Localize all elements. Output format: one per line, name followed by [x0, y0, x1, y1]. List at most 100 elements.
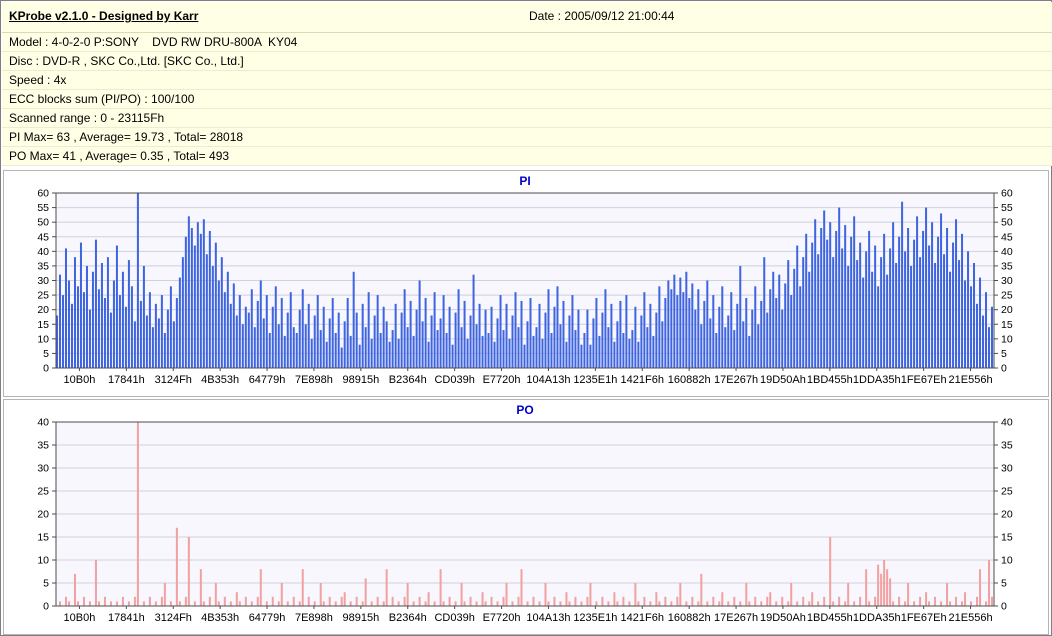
- svg-text:25: 25: [1001, 290, 1013, 302]
- info-row-model: Model : 4-0-2-0 P:SONY DVD RW DRU-800A K…: [2, 33, 1052, 52]
- svg-text:0: 0: [43, 601, 49, 613]
- svg-text:30: 30: [1001, 463, 1013, 475]
- pi-chart-panel: 0 0 5 5 10 10 15 15 20 20 25 25 30 30 35 35 40 40 45 45 50 50…: [3, 170, 1049, 397]
- svg-text:E7720h: E7720h: [483, 612, 521, 624]
- svg-text:1BD455h: 1BD455h: [807, 612, 853, 624]
- svg-text:7E898h: 7E898h: [295, 612, 333, 624]
- svg-text:60: 60: [1001, 188, 1013, 200]
- svg-text:104A13h: 104A13h: [526, 374, 570, 386]
- svg-text:1FE67Eh: 1FE67Eh: [901, 612, 947, 624]
- svg-text:PO: PO: [516, 403, 533, 417]
- svg-text:E7720h: E7720h: [483, 374, 521, 386]
- svg-text:45: 45: [1001, 231, 1013, 243]
- svg-text:1BD455h: 1BD455h: [807, 374, 853, 386]
- svg-text:1DDA35h: 1DDA35h: [853, 374, 901, 386]
- svg-text:15: 15: [1001, 532, 1013, 544]
- svg-text:64779h: 64779h: [249, 612, 286, 624]
- svg-text:35: 35: [37, 260, 49, 272]
- svg-text:98915h: 98915h: [342, 374, 379, 386]
- svg-text:60: 60: [37, 188, 49, 200]
- svg-text:4B353h: 4B353h: [201, 374, 239, 386]
- svg-text:30: 30: [1001, 275, 1013, 287]
- info-row-pi-stats: PI Max= 63 , Average= 19.73 , Total= 280…: [2, 128, 1052, 147]
- svg-text:15: 15: [37, 319, 49, 331]
- svg-text:25: 25: [37, 486, 49, 498]
- svg-text:10B0h: 10B0h: [64, 374, 96, 386]
- svg-text:20: 20: [37, 304, 49, 316]
- svg-text:1DDA35h: 1DDA35h: [853, 612, 901, 624]
- svg-text:17E267h: 17E267h: [714, 374, 758, 386]
- svg-text:30: 30: [37, 463, 49, 475]
- svg-text:25: 25: [37, 290, 49, 302]
- svg-text:64779h: 64779h: [249, 374, 286, 386]
- po-chart: 0 0 5 5 10 10 15 15 20 20 25 25 30 30 35 35 40 40 10B0h 178…: [37, 403, 1013, 624]
- svg-text:35: 35: [1001, 260, 1013, 272]
- svg-text:5: 5: [1001, 348, 1007, 360]
- svg-text:10: 10: [1001, 333, 1013, 345]
- svg-text:15: 15: [37, 532, 49, 544]
- svg-text:10: 10: [1001, 555, 1013, 567]
- svg-text:19D50Ah: 19D50Ah: [760, 374, 806, 386]
- svg-text:40: 40: [37, 417, 49, 429]
- svg-text:25: 25: [1001, 486, 1013, 498]
- svg-text:20: 20: [37, 509, 49, 521]
- svg-text:50: 50: [37, 217, 49, 229]
- svg-text:50: 50: [1001, 217, 1013, 229]
- svg-text:35: 35: [37, 440, 49, 452]
- po-chart-panel: 0 0 5 5 10 10 15 15 20 20 25 25 30 30 35 35 40 40 10B0h 178…: [3, 399, 1049, 635]
- svg-text:40: 40: [1001, 246, 1013, 258]
- info-header-panel: KProbe v2.1.0 - Designed by Karr Date : …: [2, 2, 1052, 166]
- svg-text:0: 0: [43, 363, 49, 375]
- svg-text:5: 5: [43, 348, 49, 360]
- info-row-ecc: ECC blocks sum (PI/PO) : 100/100: [2, 90, 1052, 109]
- svg-text:B2364h: B2364h: [389, 374, 427, 386]
- svg-text:0: 0: [1001, 363, 1007, 375]
- svg-text:160882h: 160882h: [668, 612, 711, 624]
- svg-text:98915h: 98915h: [342, 612, 379, 624]
- svg-text:10: 10: [37, 333, 49, 345]
- svg-text:35: 35: [1001, 440, 1013, 452]
- svg-text:21E556h: 21E556h: [949, 374, 993, 386]
- svg-text:40: 40: [37, 246, 49, 258]
- svg-text:1421F6h: 1421F6h: [621, 612, 664, 624]
- svg-text:10: 10: [37, 555, 49, 567]
- svg-text:7E898h: 7E898h: [295, 374, 333, 386]
- info-row-po-stats: PO Max= 41 , Average= 0.35 , Total= 493: [2, 147, 1052, 166]
- svg-text:15: 15: [1001, 319, 1013, 331]
- svg-text:3124Fh: 3124Fh: [155, 374, 192, 386]
- info-row-speed: Speed : 4x: [2, 71, 1052, 90]
- kprobe-window: KProbe v2.1.0 - Designed by Karr Date : …: [0, 0, 1052, 636]
- svg-text:1235E1h: 1235E1h: [573, 374, 617, 386]
- svg-text:3124Fh: 3124Fh: [155, 612, 192, 624]
- pi-chart: 0 05 510 1015 1520 2025 2530 3035 3540 4045 4550 50…: [37, 174, 1013, 386]
- svg-text:CD039h: CD039h: [434, 374, 474, 386]
- svg-text:19D50Ah: 19D50Ah: [760, 612, 806, 624]
- svg-text:20: 20: [1001, 304, 1013, 316]
- svg-text:17841h: 17841h: [108, 374, 145, 386]
- svg-text:0: 0: [1001, 601, 1007, 613]
- title-row: KProbe v2.1.0 - Designed by Karr Date : …: [2, 2, 1052, 33]
- svg-text:45: 45: [37, 231, 49, 243]
- svg-text:1FE67Eh: 1FE67Eh: [901, 374, 947, 386]
- svg-text:4B353h: 4B353h: [201, 612, 239, 624]
- svg-text:21E556h: 21E556h: [949, 612, 993, 624]
- svg-text:55: 55: [1001, 202, 1013, 214]
- svg-text:CD039h: CD039h: [434, 612, 474, 624]
- svg-text:40: 40: [1001, 417, 1013, 429]
- svg-text:17841h: 17841h: [108, 612, 145, 624]
- info-row-disc: Disc : DVD-R , SKC Co.,Ltd. [SKC Co., Lt…: [2, 52, 1052, 71]
- svg-text:B2364h: B2364h: [389, 612, 427, 624]
- svg-text:1421F6h: 1421F6h: [621, 374, 664, 386]
- svg-text:PI: PI: [519, 174, 530, 188]
- svg-text:30: 30: [37, 275, 49, 287]
- svg-text:104A13h: 104A13h: [526, 612, 570, 624]
- svg-text:17E267h: 17E267h: [714, 612, 758, 624]
- app-title: KProbe v2.1.0 - Designed by Karr: [9, 9, 199, 23]
- svg-text:5: 5: [43, 578, 49, 590]
- svg-text:55: 55: [37, 202, 49, 214]
- svg-text:5: 5: [1001, 578, 1007, 590]
- svg-text:10B0h: 10B0h: [64, 612, 96, 624]
- scan-date: Date : 2005/09/12 21:00:44: [529, 9, 675, 23]
- info-row-range: Scanned range : 0 - 23115Fh: [2, 109, 1052, 128]
- svg-text:1235E1h: 1235E1h: [573, 612, 617, 624]
